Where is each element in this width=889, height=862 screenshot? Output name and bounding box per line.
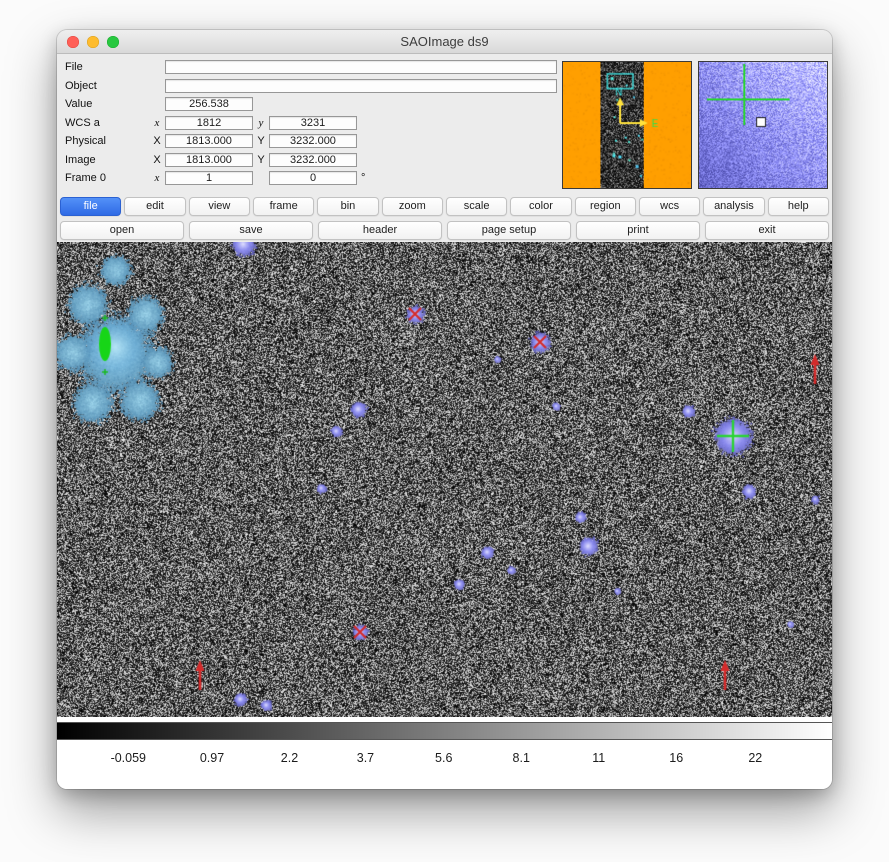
titlebar[interactable]: SAOImage ds9 bbox=[57, 30, 832, 54]
colorbar-ticks: -0.059 0.97 2.2 3.7 5.6 8.1 11 16 22 bbox=[57, 751, 832, 787]
colorbar-area: -0.059 0.97 2.2 3.7 5.6 8.1 11 16 22 bbox=[57, 717, 832, 789]
file-label: File bbox=[65, 61, 149, 73]
info-row-object: Object bbox=[65, 79, 562, 93]
value-label: Value bbox=[65, 98, 149, 110]
colorbar-tick: 8.1 bbox=[513, 751, 530, 765]
info-row-wcs: WCS a x 1812 y 3231 bbox=[65, 116, 562, 130]
menu-bar: file edit view frame bin zoom scale colo… bbox=[57, 194, 832, 218]
wcs-y-field[interactable]: 3231 bbox=[269, 116, 357, 130]
colorbar-tick: 0.97 bbox=[200, 751, 224, 765]
button-page-setup[interactable]: page setup bbox=[447, 221, 571, 240]
menu-frame[interactable]: frame bbox=[253, 197, 314, 216]
file-field[interactable] bbox=[165, 60, 557, 74]
info-panel: File Object Value 256.538 WCS a x bbox=[57, 54, 832, 194]
panner-panel[interactable] bbox=[562, 61, 692, 189]
frame-rotation-field[interactable]: 0 bbox=[269, 171, 357, 185]
file-button-bar: open save header page setup print exit bbox=[57, 218, 832, 242]
coordinate-readout: File Object Value 256.538 WCS a x bbox=[57, 60, 562, 194]
wcs-x-label: x bbox=[149, 117, 165, 129]
menu-view[interactable]: view bbox=[189, 197, 250, 216]
button-exit[interactable]: exit bbox=[705, 221, 829, 240]
physical-y-label: Y bbox=[253, 135, 269, 147]
info-row-frame: Frame 0 x 1 0 ° bbox=[65, 171, 562, 185]
menu-edit[interactable]: edit bbox=[124, 197, 185, 216]
colorbar-tick: 16 bbox=[669, 751, 683, 765]
colorbar-tick: -0.059 bbox=[111, 751, 146, 765]
desktop-background: SAOImage ds9 File Object Value 256.538 bbox=[0, 0, 889, 862]
traffic-lights bbox=[67, 30, 119, 53]
minimize-button[interactable] bbox=[87, 36, 99, 48]
button-header[interactable]: header bbox=[318, 221, 442, 240]
magnifier-panel[interactable] bbox=[698, 61, 828, 189]
info-row-value: Value 256.538 bbox=[65, 97, 562, 111]
button-open[interactable]: open bbox=[60, 221, 184, 240]
frame-x-label: x bbox=[149, 172, 165, 184]
image-label: Image bbox=[65, 154, 149, 166]
physical-label: Physical bbox=[65, 135, 149, 147]
object-label: Object bbox=[65, 80, 149, 92]
window-title: SAOImage ds9 bbox=[400, 34, 488, 49]
colorbar[interactable] bbox=[57, 722, 832, 740]
menu-wcs[interactable]: wcs bbox=[639, 197, 700, 216]
physical-x-field[interactable]: 1813.000 bbox=[165, 134, 253, 148]
colorbar-tick: 2.2 bbox=[281, 751, 298, 765]
button-print[interactable]: print bbox=[576, 221, 700, 240]
degree-symbol: ° bbox=[361, 172, 365, 184]
menu-region[interactable]: region bbox=[575, 197, 636, 216]
image-y-label: Y bbox=[253, 154, 269, 166]
menu-zoom[interactable]: zoom bbox=[382, 197, 443, 216]
frame-zoom-field[interactable]: 1 bbox=[165, 171, 253, 185]
info-row-file: File bbox=[65, 60, 562, 74]
wcs-y-label: y bbox=[253, 117, 269, 129]
colorbar-tick: 11 bbox=[592, 751, 605, 765]
colorbar-tick: 22 bbox=[748, 751, 762, 765]
menu-bin[interactable]: bin bbox=[317, 197, 378, 216]
image-x-field[interactable]: 1813.000 bbox=[165, 153, 253, 167]
frame-label: Frame 0 bbox=[65, 172, 149, 184]
image-x-label: X bbox=[149, 154, 165, 166]
physical-y-field[interactable]: 3232.000 bbox=[269, 134, 357, 148]
menu-color[interactable]: color bbox=[510, 197, 571, 216]
colorbar-tick: 3.7 bbox=[357, 751, 374, 765]
object-field[interactable] bbox=[165, 79, 557, 93]
colorbar-tick: 5.6 bbox=[435, 751, 452, 765]
ds9-window: SAOImage ds9 File Object Value 256.538 bbox=[57, 30, 832, 789]
menu-analysis[interactable]: analysis bbox=[703, 197, 764, 216]
image-display[interactable] bbox=[57, 242, 832, 717]
wcs-label: WCS a bbox=[65, 117, 149, 129]
close-button[interactable] bbox=[67, 36, 79, 48]
menu-scale[interactable]: scale bbox=[446, 197, 507, 216]
menu-file[interactable]: file bbox=[60, 197, 121, 216]
button-save[interactable]: save bbox=[189, 221, 313, 240]
info-row-physical: Physical X 1813.000 Y 3232.000 bbox=[65, 134, 562, 148]
wcs-x-field[interactable]: 1812 bbox=[165, 116, 253, 130]
menu-help[interactable]: help bbox=[768, 197, 829, 216]
physical-x-label: X bbox=[149, 135, 165, 147]
image-y-field[interactable]: 3232.000 bbox=[269, 153, 357, 167]
info-row-image: Image X 1813.000 Y 3232.000 bbox=[65, 153, 562, 167]
value-field[interactable]: 256.538 bbox=[165, 97, 253, 111]
fullscreen-button[interactable] bbox=[107, 36, 119, 48]
